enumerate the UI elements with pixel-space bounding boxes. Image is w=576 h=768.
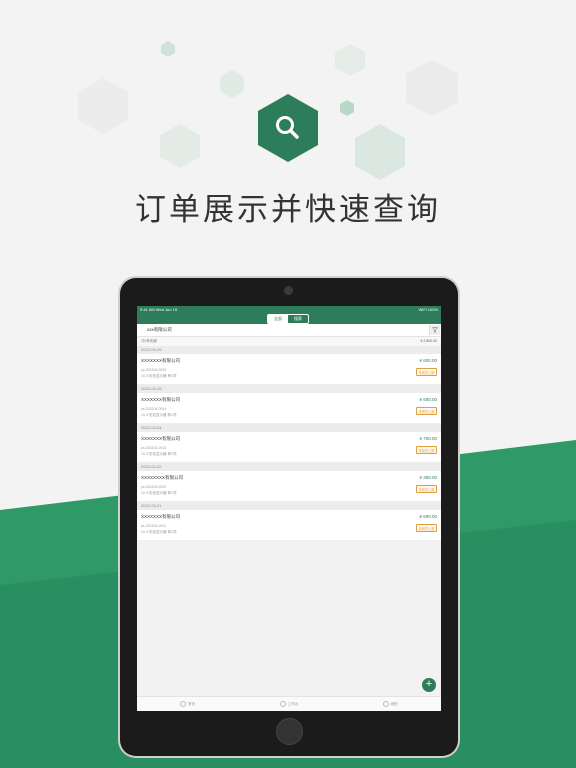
order-code: yx-202204-0012	[141, 485, 167, 489]
order-code: yx-202204-0015	[141, 368, 167, 372]
segment-control: 全部 搜索	[267, 314, 309, 324]
order-product: 10.4"彩色显示器 等1项	[141, 374, 177, 378]
order-product: 10.4"彩色显示器 等1项	[141, 530, 177, 534]
tab-bar: 首页 工作台 我的	[137, 696, 441, 711]
order-status-badge[interactable]: 未到货上报	[416, 446, 437, 454]
order-amount: ¥ 600.00	[419, 358, 437, 363]
filter-button[interactable]	[429, 325, 440, 335]
order-product: 10.4"彩色显示器 等1项	[141, 452, 177, 456]
order-status-badge[interactable]: 未到货上报	[416, 407, 437, 415]
segment-search[interactable]: 搜索	[288, 315, 308, 323]
order-status-badge[interactable]: 未到货上报	[416, 368, 437, 376]
order-company: XXXXXXX有限公司	[141, 514, 181, 519]
order-item[interactable]: XXXXXXXX有限公司 ¥ 350.00 yx-202204-0012 10.…	[137, 471, 441, 502]
date-header: 2022-04-24	[137, 424, 441, 432]
order-item[interactable]: XXXXXXX有限公司 ¥ 700.00 yx-202204-0013 10.4…	[137, 432, 441, 463]
tab-home[interactable]: 首页	[137, 697, 238, 711]
filter-icon	[432, 327, 438, 333]
date-header: 2022-04-22	[137, 463, 441, 471]
search-input[interactable]: xxx有限公司	[147, 327, 172, 333]
home-button[interactable]	[276, 718, 303, 745]
date-header: 2022-04-21	[137, 502, 441, 510]
order-product: 10.4"彩色显示器 等1项	[141, 413, 177, 417]
order-company: XXXXXXXX有限公司	[141, 475, 184, 480]
order-product: 10.4"彩色显示器 等1项	[141, 491, 177, 495]
order-amount: ¥ 700.00	[419, 436, 437, 441]
order-item[interactable]: XXXXXXX有限公司 ¥ 600.00 yx-202204-0014 10.4…	[137, 393, 441, 424]
add-order-button[interactable]: +	[422, 678, 436, 692]
order-company: XXXXXXX有限公司	[141, 358, 181, 363]
workbench-icon	[279, 701, 286, 707]
tablet-device: 9:41 AM Wed Jun 15 WiFi 100% 全部 搜索 xxx有限…	[120, 278, 458, 756]
order-amount: ¥ 600.00	[419, 514, 437, 519]
order-code: yx-202204-0011	[141, 524, 167, 528]
order-status-badge[interactable]: 未到货上报	[416, 485, 437, 493]
tab-label: 工作台	[287, 701, 299, 706]
camera	[284, 286, 293, 295]
summary-count: 共5条明细	[141, 339, 157, 343]
order-item[interactable]: XXXXXXX有限公司 ¥ 600.00 yx-202204-0015 10.4…	[137, 354, 441, 385]
profile-icon	[382, 701, 389, 707]
status-bar: 9:41 AM Wed Jun 15 WiFi 100% 全部 搜索	[137, 306, 441, 324]
order-code: yx-202204-0013	[141, 446, 167, 450]
date-header: 2022-04-26	[137, 385, 441, 393]
order-list: 2022-04-26 XXXXXXX有限公司 ¥ 600.00 yx-20220…	[137, 346, 441, 541]
order-company: XXXXXXX有限公司	[141, 397, 181, 402]
summary-total: ¥ 2,850.00	[420, 339, 437, 343]
order-amount: ¥ 350.00	[419, 475, 437, 480]
tab-label: 首页	[188, 701, 196, 706]
tab-workbench[interactable]: 工作台	[238, 697, 339, 711]
plus-icon: +	[425, 678, 433, 690]
order-item[interactable]: XXXXXXX有限公司 ¥ 600.00 yx-202204-0011 10.4…	[137, 510, 441, 541]
order-status-badge[interactable]: 未到货上报	[416, 524, 437, 532]
segment-all[interactable]: 全部	[268, 315, 288, 323]
search-icon	[276, 116, 299, 139]
search-bar[interactable]: xxx有限公司	[137, 324, 441, 337]
home-icon	[180, 701, 187, 707]
tab-profile[interactable]: 我的	[340, 697, 441, 711]
status-indicators: WiFi 100%	[418, 307, 438, 312]
tab-label: 我的	[390, 701, 398, 706]
order-code: yx-202204-0014	[141, 407, 167, 411]
app-screen: 9:41 AM Wed Jun 15 WiFi 100% 全部 搜索 xxx有限…	[137, 306, 441, 711]
headline: 订单展示并快速查询	[135, 192, 441, 228]
summary-row: 共5条明细 ¥ 2,850.00	[137, 337, 441, 346]
date-header: 2022-04-26	[137, 346, 441, 354]
status-time: 9:41 AM Wed Jun 15	[140, 307, 178, 312]
order-amount: ¥ 600.00	[419, 397, 437, 402]
order-company: XXXXXXX有限公司	[141, 436, 181, 441]
